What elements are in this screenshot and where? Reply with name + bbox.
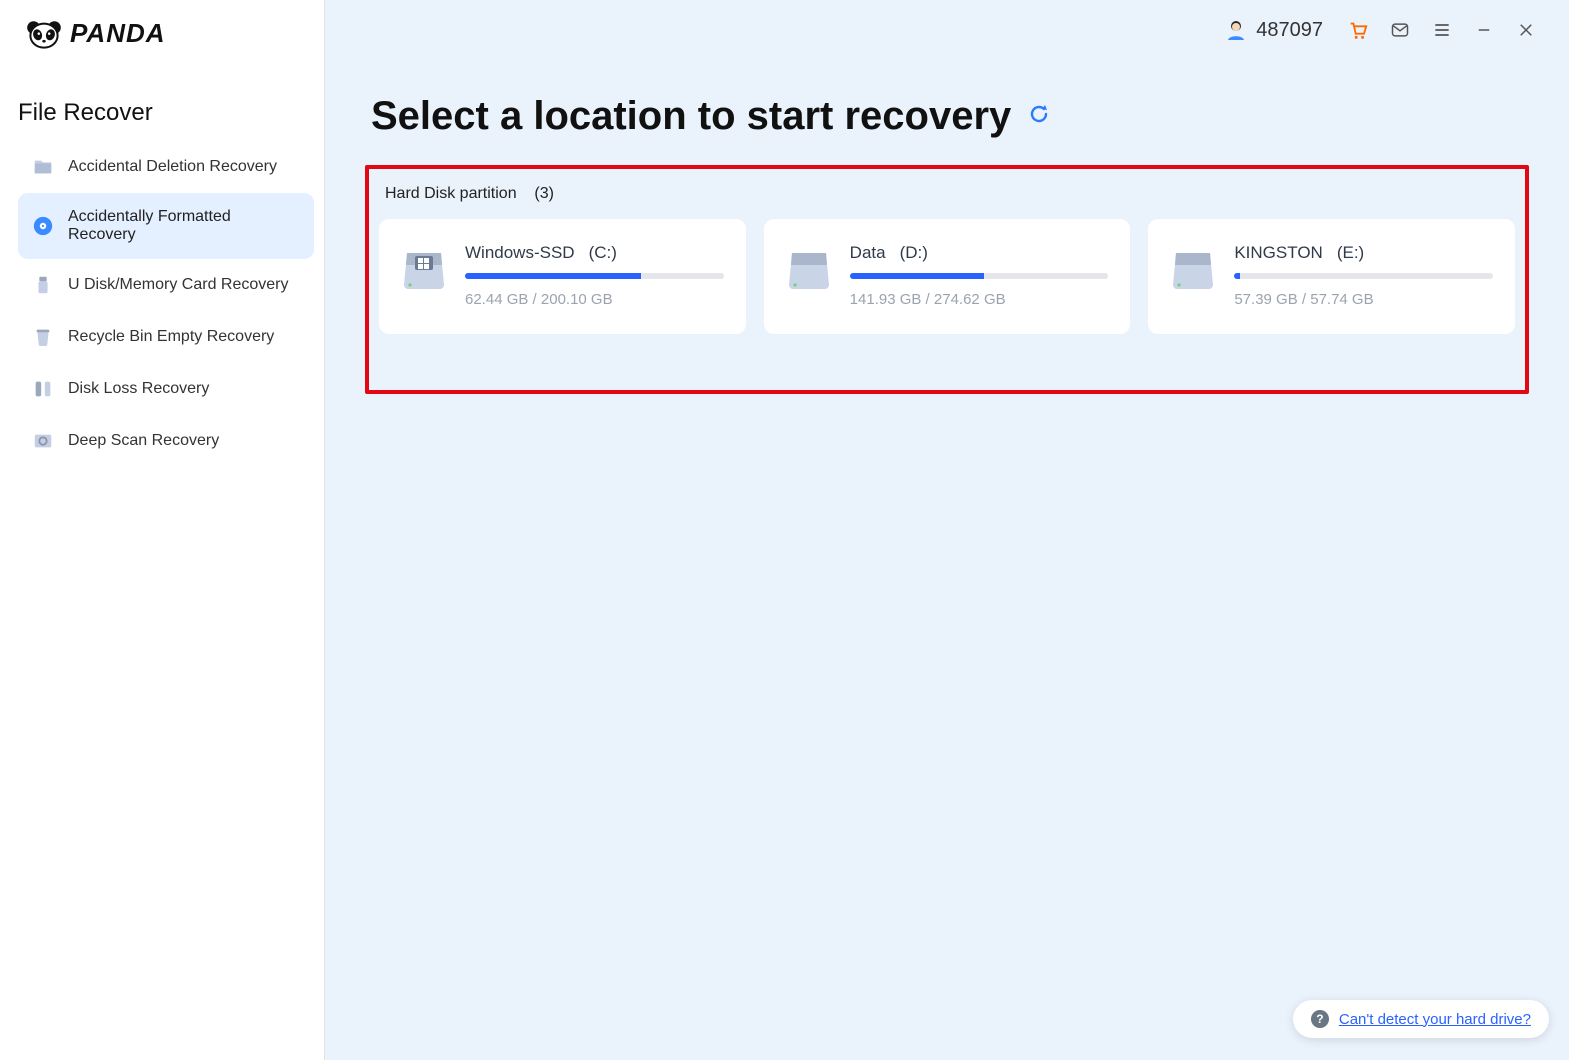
sidebar-item-label: Accidentally Formatted Recovery [68, 208, 300, 244]
partition-card-e[interactable]: KINGSTON (E:) 57.39 GB / 57.74 GB [1148, 219, 1515, 334]
sidebar-item-recycle-bin[interactable]: Recycle Bin Empty Recovery [18, 311, 314, 363]
mail-button[interactable] [1379, 9, 1421, 51]
partition-letter: (C:) [589, 243, 617, 263]
partition-name: Data [850, 243, 886, 263]
group-label: Hard Disk partition [385, 185, 517, 202]
sidebar-item-label: Deep Scan Recovery [68, 432, 219, 450]
user-id: 487097 [1256, 19, 1323, 42]
minimize-button[interactable] [1463, 9, 1505, 51]
folder-icon [32, 156, 54, 178]
group-header: Hard Disk partition (3) [385, 185, 1515, 203]
usage-bar [850, 273, 1109, 279]
sidebar-item-udisk-recovery[interactable]: U Disk/Memory Card Recovery [18, 259, 314, 311]
user-avatar-icon [1224, 18, 1248, 42]
user-info[interactable]: 487097 [1224, 18, 1323, 42]
mail-icon [1390, 20, 1410, 40]
sidebar-item-disk-loss[interactable]: Disk Loss Recovery [18, 363, 314, 415]
sidebar-item-formatted-recovery[interactable]: Accidentally Formatted Recovery [18, 193, 314, 259]
panda-logo-icon [24, 19, 64, 49]
sidebar-nav: Accidental Deletion Recovery Accidentall… [0, 141, 324, 467]
main-panel: 487097 Select a location to start recove… [325, 0, 1569, 1060]
partition-group-highlight: Hard Disk partition (3) Windows-SSD (C:) [365, 165, 1529, 394]
logo: PANDA [0, 0, 324, 59]
cart-icon [1347, 19, 1369, 41]
refresh-icon [1027, 102, 1051, 126]
refresh-button[interactable] [1027, 102, 1051, 131]
partition-name: Windows-SSD [465, 243, 575, 263]
page-title: Select a location to start recovery [371, 94, 1011, 139]
menu-button[interactable] [1421, 9, 1463, 51]
usage-bar [465, 273, 724, 279]
help-pill[interactable]: ? Can't detect your hard drive? [1293, 1000, 1549, 1038]
logo-text: PANDA [70, 18, 166, 49]
help-icon: ? [1311, 1010, 1329, 1028]
drive-icon [1170, 243, 1216, 293]
partition-usage: 57.39 GB / 57.74 GB [1234, 291, 1493, 308]
drive-icon [786, 243, 832, 293]
group-count: (3) [534, 185, 554, 202]
disk-format-icon [32, 215, 54, 237]
close-icon [1517, 21, 1535, 39]
sidebar: PANDA File Recover Accidental Deletion R… [0, 0, 325, 1060]
drive-windows-icon [401, 243, 447, 293]
partition-name: KINGSTON [1234, 243, 1322, 263]
minimize-icon [1475, 21, 1493, 39]
sidebar-item-label: Recycle Bin Empty Recovery [68, 328, 274, 346]
sidebar-item-deep-scan[interactable]: Deep Scan Recovery [18, 415, 314, 467]
topbar: 487097 [1224, 0, 1569, 60]
help-link-text: Can't detect your hard drive? [1339, 1011, 1531, 1028]
partition-card-c[interactable]: Windows-SSD (C:) 62.44 GB / 200.10 GB [379, 219, 746, 334]
trash-icon [32, 326, 54, 348]
menu-icon [1432, 20, 1452, 40]
sidebar-section-title: File Recover [0, 59, 324, 141]
cart-button[interactable] [1337, 9, 1379, 51]
sidebar-item-label: U Disk/Memory Card Recovery [68, 276, 288, 294]
scan-icon [32, 430, 54, 452]
partition-letter: (E:) [1337, 243, 1364, 263]
partition-letter: (D:) [900, 243, 928, 263]
sidebar-item-label: Accidental Deletion Recovery [68, 158, 277, 176]
sidebar-item-accidental-deletion[interactable]: Accidental Deletion Recovery [18, 141, 314, 193]
partition-list: Windows-SSD (C:) 62.44 GB / 200.10 GB Da… [379, 219, 1515, 334]
partition-usage: 62.44 GB / 200.10 GB [465, 291, 724, 308]
sidebar-item-label: Disk Loss Recovery [68, 380, 209, 398]
partition-usage: 141.93 GB / 274.62 GB [850, 291, 1109, 308]
partition-card-d[interactable]: Data (D:) 141.93 GB / 274.62 GB [764, 219, 1131, 334]
close-button[interactable] [1505, 9, 1547, 51]
usb-icon [32, 274, 54, 296]
disk-loss-icon [32, 378, 54, 400]
usage-bar [1234, 273, 1493, 279]
